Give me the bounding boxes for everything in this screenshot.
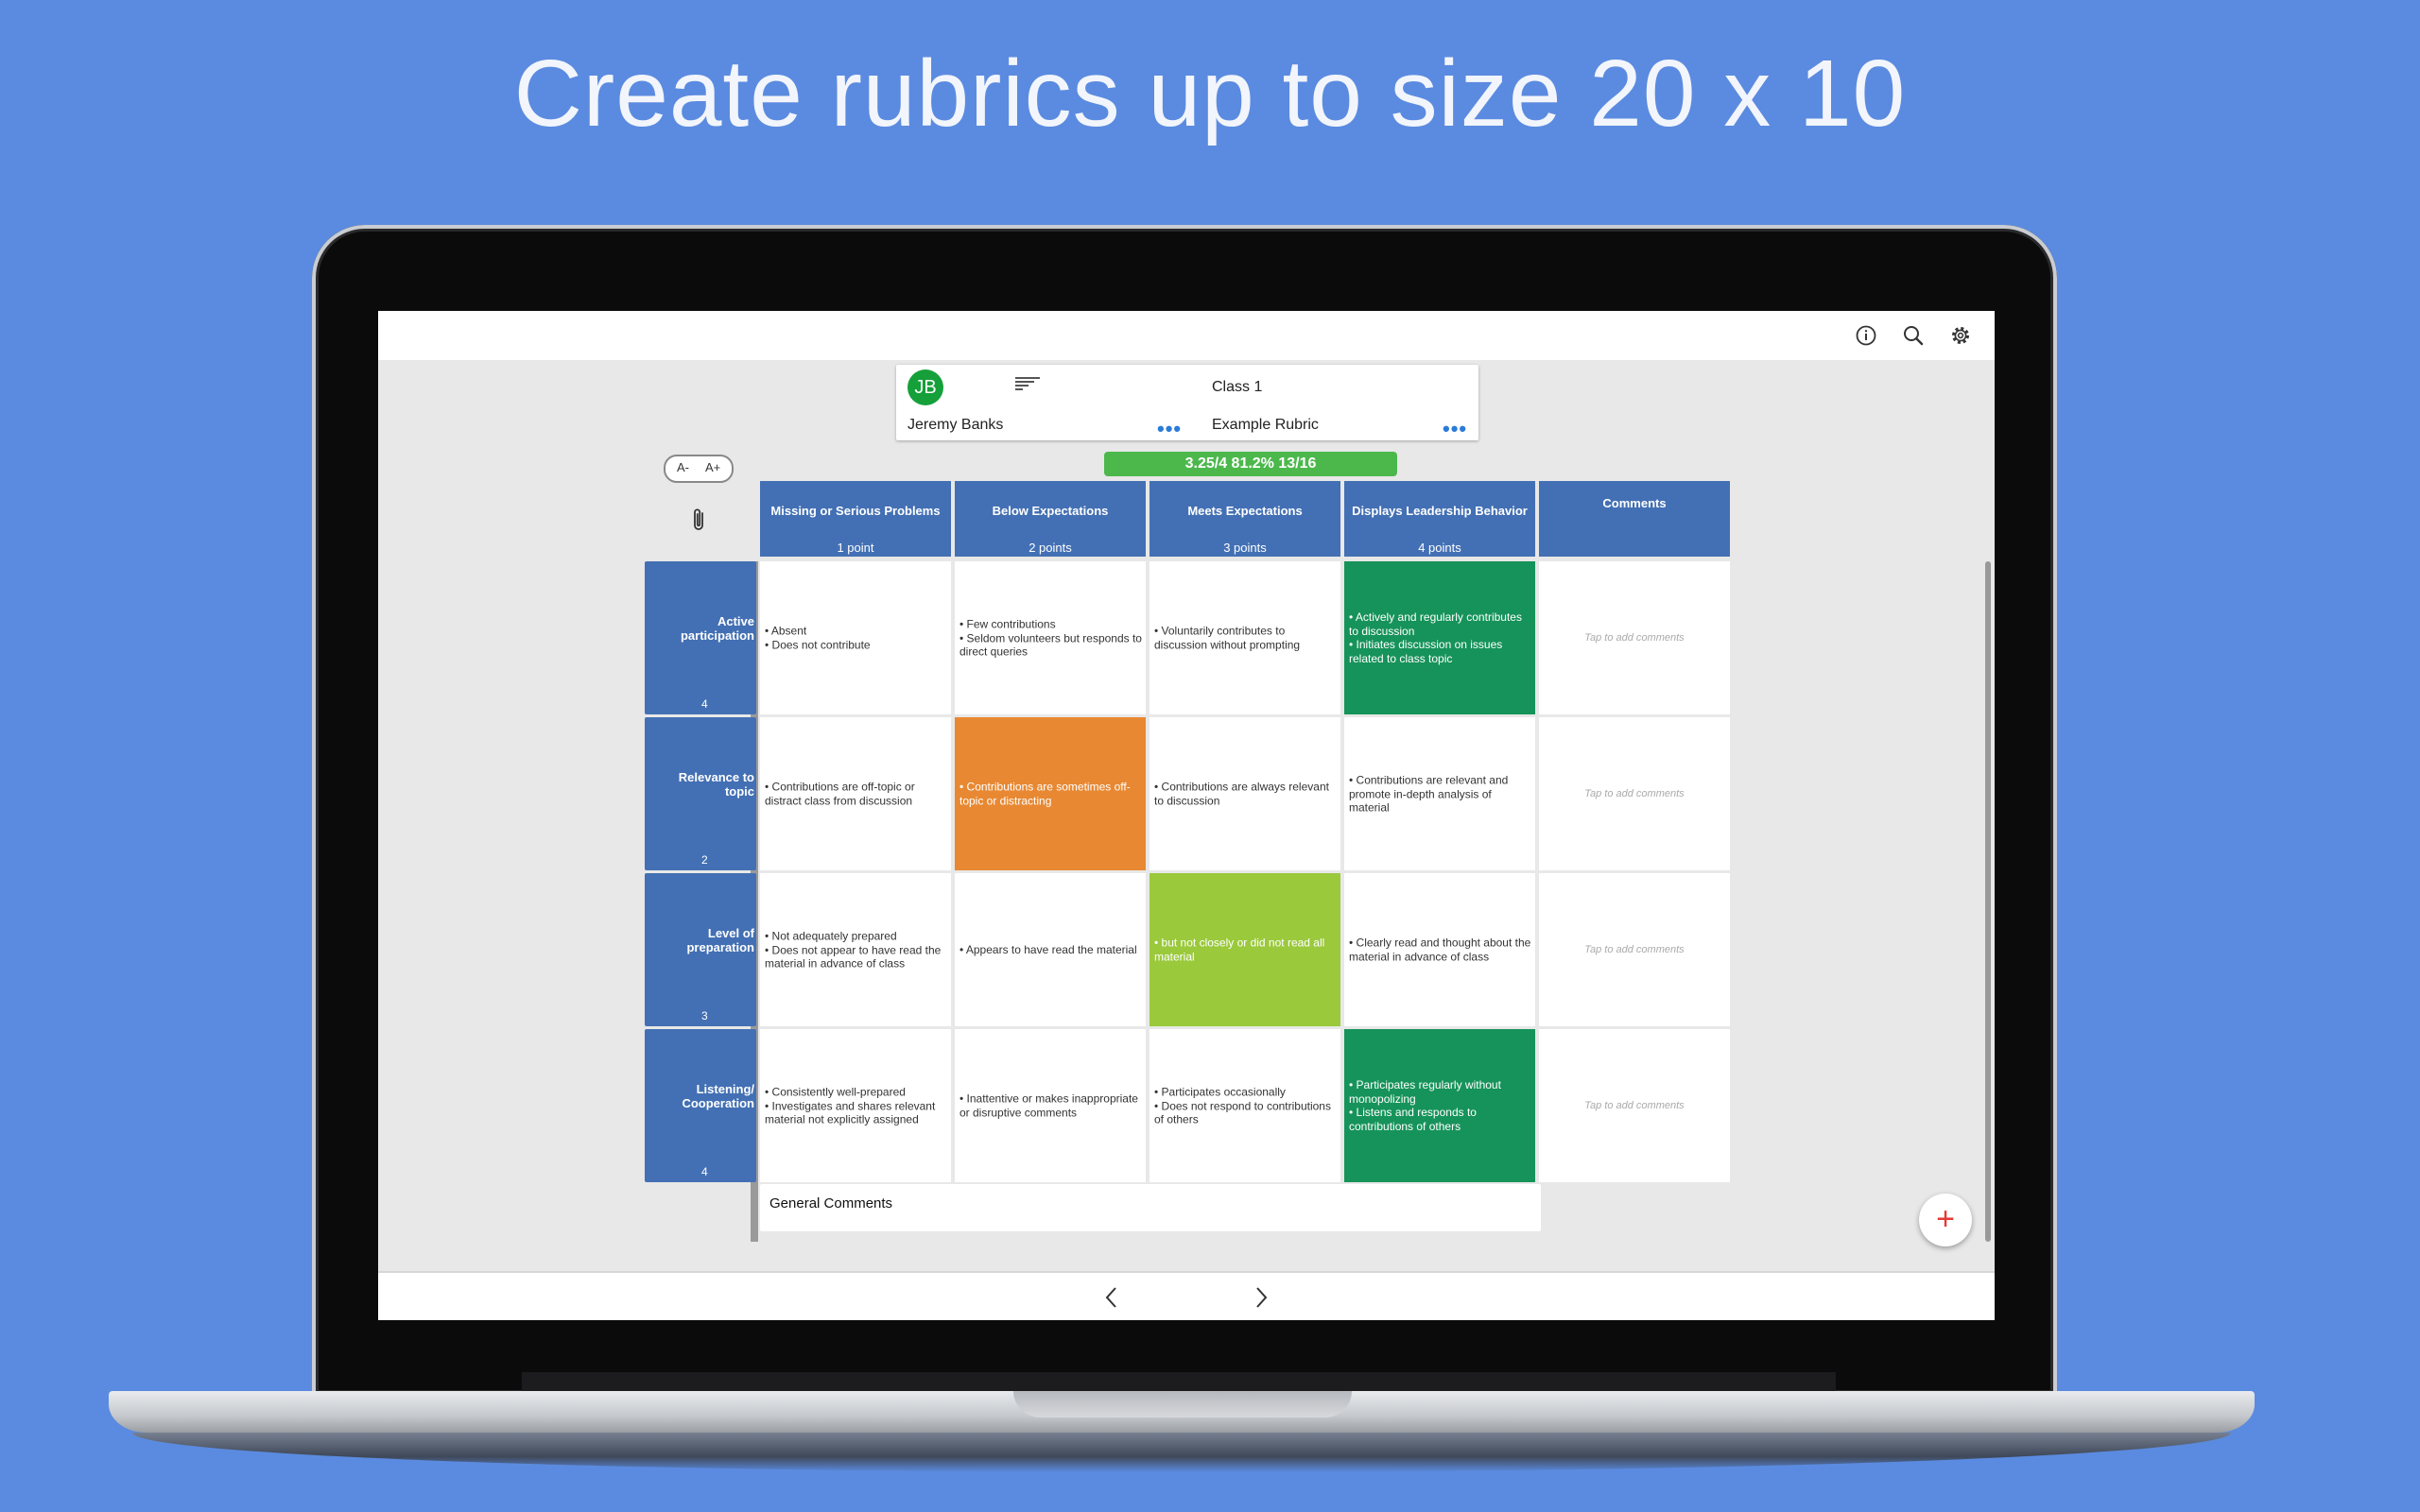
rubric-cell-selected[interactable]: • Actively and regularly contributes to … (1344, 561, 1535, 714)
row-score: 4 (701, 697, 708, 711)
comment-placeholder: Tap to add comments (1584, 631, 1685, 644)
column-header-4[interactable]: Displays Leadership Behavior 4 points (1344, 481, 1535, 557)
font-size-control[interactable]: A- A+ (664, 455, 734, 483)
row-score: 3 (701, 1009, 708, 1022)
column-points: 4 points (1418, 541, 1461, 555)
cell-text: • Participates occasionally • Does not r… (1154, 1085, 1331, 1126)
row-score: 4 (701, 1165, 708, 1178)
row-header-active-participation[interactable]: Active participation 4 (645, 561, 756, 714)
gear-icon[interactable] (1949, 324, 1972, 347)
row-title: Level of preparation (686, 926, 754, 954)
cell-text: • Contributions are relevant and promote… (1349, 773, 1509, 815)
rubric-cell[interactable]: • Clearly read and thought about the mat… (1344, 873, 1535, 1026)
cell-text: • Clearly read and thought about the mat… (1349, 936, 1531, 964)
cell-text: • Contributions are always relevant to d… (1154, 780, 1329, 808)
cell-text: • Consistently well-prepared • Investiga… (765, 1085, 936, 1126)
vertical-scrollbar[interactable] (1985, 561, 1991, 1242)
top-toolbar (378, 311, 1995, 360)
avatar[interactable]: JB (908, 369, 943, 405)
rubric-cell-selected[interactable]: • Participates regularly without monopol… (1344, 1029, 1535, 1182)
comment-placeholder: Tap to add comments (1584, 943, 1685, 955)
font-increase-button[interactable]: A+ (705, 460, 720, 474)
cell-text: • Contributions are sometimes off-topic … (959, 780, 1131, 808)
next-student-button[interactable] (1248, 1284, 1274, 1311)
rubric-cell-selected[interactable]: • but not closely or did not read all ma… (1150, 873, 1340, 1026)
rubric-cell-selected[interactable]: • Contributions are sometimes off-topic … (955, 717, 1146, 870)
laptop-hinge (522, 1372, 1836, 1391)
class-name: Class 1 (1212, 379, 1263, 395)
column-header-3[interactable]: Meets Expectations 3 points (1150, 481, 1340, 557)
cell-text: • Few contributions • Seldom volunteers … (959, 617, 1142, 659)
column-title: Missing or Serious Problems (770, 504, 941, 518)
row-title: Active participation (680, 614, 754, 643)
student-more-button[interactable]: ••• (1157, 419, 1182, 439)
rubric-more-button[interactable]: ••• (1443, 419, 1467, 439)
row-header-relevance-to-topic[interactable]: Relevance to topic 2 (645, 717, 756, 870)
rubric-cell[interactable]: • Inattentive or makes inappropriate or … (955, 1029, 1146, 1182)
rubric-cell[interactable]: • Contributions are always relevant to d… (1150, 717, 1340, 870)
add-button[interactable]: + (1919, 1194, 1972, 1246)
comment-cell[interactable]: Tap to add comments (1539, 1029, 1730, 1182)
score-summary-bar: 3.25/4 81.2% 13/16 (1104, 452, 1397, 476)
cell-text: • but not closely or did not read all ma… (1154, 936, 1325, 964)
rubric-cell[interactable]: • Consistently well-prepared • Investiga… (760, 1029, 951, 1182)
previous-student-button[interactable] (1098, 1284, 1125, 1311)
rubric-cell[interactable]: • Voluntarily contributes to discussion … (1150, 561, 1340, 714)
column-header-comments[interactable]: Comments (1539, 481, 1730, 557)
paperclip-icon[interactable] (690, 507, 709, 532)
rubric-cell[interactable]: • Few contributions • Seldom volunteers … (955, 561, 1146, 714)
column-points: 2 points (1028, 541, 1072, 555)
cell-text: • Not adequately prepared • Does not app… (765, 929, 942, 971)
font-decrease-button[interactable]: A- (677, 460, 689, 474)
rubric-cell[interactable]: • Absent • Does not contribute (760, 561, 951, 714)
column-title: Displays Leadership Behavior (1352, 504, 1528, 518)
rubric-cell[interactable]: • Contributions are off-topic or distrac… (760, 717, 951, 870)
search-icon[interactable] (1902, 324, 1925, 347)
cell-text: • Absent • Does not contribute (765, 624, 871, 652)
row-title: Relevance to topic (678, 770, 754, 799)
cell-text: • Actively and regularly contributes to … (1349, 610, 1522, 665)
comment-cell[interactable]: Tap to add comments (1539, 873, 1730, 1026)
student-card[interactable]: JB Class 1 Jeremy Banks ••• Example Rubr… (896, 365, 1478, 440)
laptop-notch (1013, 1391, 1352, 1418)
column-header-2[interactable]: Below Expectations 2 points (955, 481, 1146, 557)
column-title: Below Expectations (992, 504, 1109, 518)
cell-text: • Voluntarily contributes to discussion … (1154, 624, 1301, 652)
rubric-name[interactable]: Example Rubric (1212, 417, 1319, 434)
rubric-cell[interactable]: • Appears to have read the material (955, 873, 1146, 1026)
cell-text: • Participates regularly without monopol… (1349, 1078, 1501, 1133)
info-icon[interactable] (1855, 324, 1877, 347)
column-title: Meets Expectations (1187, 504, 1303, 518)
rubric-cell[interactable]: • Contributions are relevant and promote… (1344, 717, 1535, 870)
laptop-shadow (132, 1433, 2231, 1472)
column-header-1[interactable]: Missing or Serious Problems 1 point (760, 481, 951, 557)
rubric-cell[interactable]: • Not adequately prepared • Does not app… (760, 873, 951, 1026)
row-title: Listening/ Cooperation (682, 1082, 754, 1110)
cell-text: • Inattentive or makes inappropriate or … (959, 1091, 1138, 1120)
comment-cell[interactable]: Tap to add comments (1539, 561, 1730, 714)
row-header-listening-cooperation[interactable]: Listening/ Cooperation 4 (645, 1029, 756, 1182)
column-points: 1 point (837, 541, 874, 555)
bottom-navigation-bar (378, 1271, 1995, 1320)
comment-cell[interactable]: Tap to add comments (1539, 717, 1730, 870)
comment-placeholder: Tap to add comments (1584, 1099, 1685, 1111)
promo-headline: Create rubrics up to size 20 x 10 (513, 41, 1907, 146)
general-comments-label: General Comments (769, 1195, 893, 1211)
general-comments-field[interactable]: General Comments (760, 1184, 1541, 1231)
app-screen: JB Class 1 Jeremy Banks ••• Example Rubr… (378, 311, 1995, 1320)
student-name[interactable]: Jeremy Banks (908, 417, 1003, 434)
column-points: 3 points (1223, 541, 1267, 555)
sort-icon[interactable] (1015, 376, 1040, 393)
comment-placeholder: Tap to add comments (1584, 787, 1685, 799)
row-score: 2 (701, 853, 708, 867)
rubric-cell[interactable]: • Participates occasionally • Does not r… (1150, 1029, 1340, 1182)
cell-text: • Appears to have read the material (959, 942, 1137, 956)
row-header-level-of-preparation[interactable]: Level of preparation 3 (645, 873, 756, 1026)
cell-text: • Contributions are off-topic or distrac… (765, 780, 915, 808)
column-title: Comments (1602, 496, 1667, 510)
